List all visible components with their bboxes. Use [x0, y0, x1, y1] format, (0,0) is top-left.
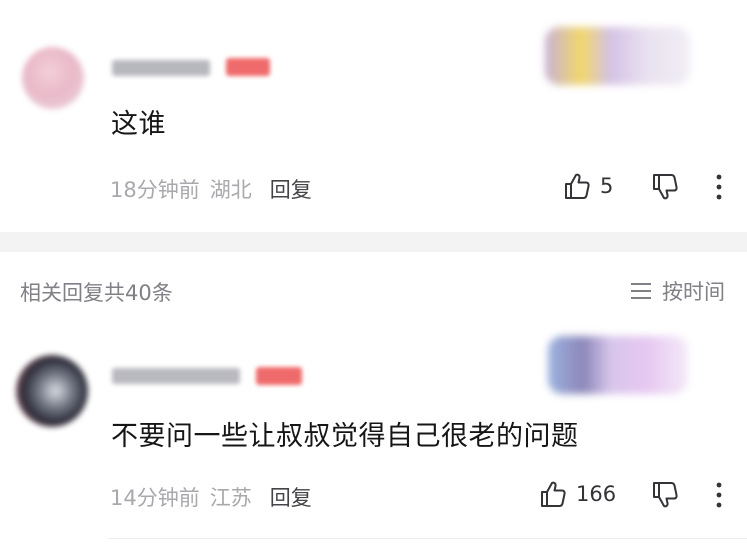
- username-blurred[interactable]: [112, 368, 240, 384]
- section-divider: [0, 232, 747, 252]
- decoration-image-blurred: [545, 27, 690, 85]
- sort-label: 按时间: [662, 280, 725, 304]
- dislike-button[interactable]: [650, 172, 680, 202]
- comment-time: 18分钟前: [110, 178, 200, 202]
- comment-meta: 18分钟前 湖北 回复: [110, 174, 312, 204]
- thumbs-down-icon: [653, 482, 678, 508]
- reply-button[interactable]: 回复: [270, 486, 312, 510]
- comment-location: 湖北: [209, 178, 252, 202]
- like-count: 166: [576, 482, 617, 506]
- comment-text: 这谁: [111, 109, 166, 140]
- replies-section-header: 相关回复共40条 按时间: [0, 252, 747, 330]
- like-button[interactable]: 5: [562, 171, 613, 201]
- avatar[interactable]: [22, 47, 84, 109]
- comment-divider: [108, 538, 747, 539]
- more-vertical-icon: [716, 174, 722, 200]
- dislike-button[interactable]: [650, 480, 680, 510]
- like-count: 5: [600, 174, 614, 198]
- replies-count-title: 相关回复共40条: [20, 281, 173, 305]
- comment-time: 14分钟前: [110, 486, 200, 510]
- more-vertical-icon: [716, 482, 722, 508]
- thumbs-up-icon: [565, 173, 590, 199]
- thumbs-down-icon: [653, 174, 678, 200]
- username-blurred[interactable]: [112, 60, 210, 76]
- comment-text: 不要问一些让叔叔觉得自己很老的问题: [111, 421, 579, 452]
- like-button[interactable]: 166: [538, 479, 616, 509]
- decoration-image-blurred: [548, 336, 688, 394]
- more-button[interactable]: [713, 480, 725, 510]
- list-icon: [631, 283, 651, 299]
- comment-meta: 14分钟前 江苏 回复: [110, 482, 312, 512]
- comment-item: 这谁 18分钟前 湖北 回复 5: [0, 0, 747, 230]
- user-badge-blurred: [256, 367, 302, 385]
- avatar[interactable]: [16, 355, 88, 427]
- user-badge-blurred: [226, 58, 270, 76]
- thumbs-up-icon: [541, 481, 566, 507]
- sort-by-time-button[interactable]: 按时间: [630, 276, 725, 306]
- comment-item: 不要问一些让叔叔觉得自己很老的问题 14分钟前 江苏 回复 166: [0, 330, 747, 550]
- comment-location: 江苏: [209, 486, 252, 510]
- more-button[interactable]: [713, 172, 725, 202]
- reply-button[interactable]: 回复: [270, 178, 312, 202]
